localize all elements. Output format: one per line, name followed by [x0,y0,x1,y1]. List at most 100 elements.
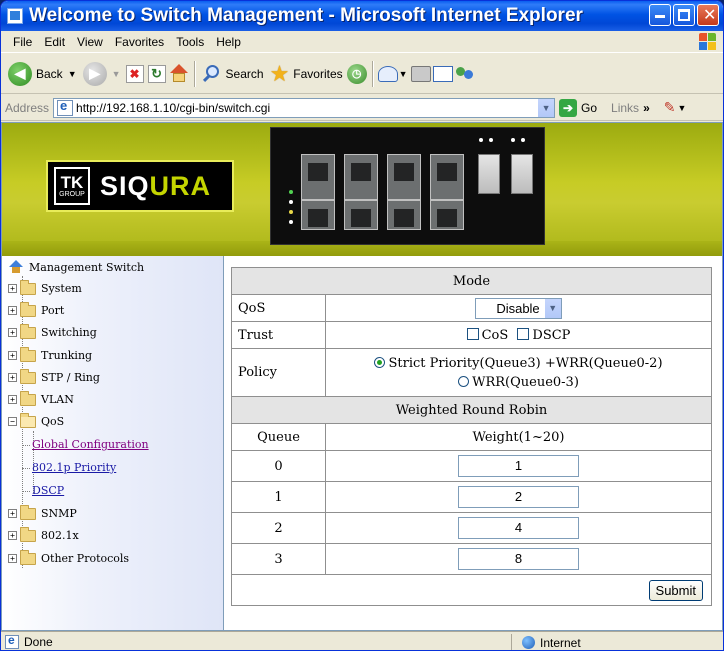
messenger-button[interactable] [454,63,476,85]
back-dropdown-icon[interactable]: ▼ [68,69,77,79]
tree-item-system[interactable]: + System [8,279,82,295]
chevron-icon[interactable]: » [643,101,650,115]
tree-item-vlan[interactable]: + VLAN [8,390,74,406]
queue-number: 2 [231,512,326,544]
expand-icon[interactable]: + [8,351,17,360]
menu-tools[interactable]: Tools [170,33,210,51]
policy-label: Policy [231,348,326,397]
stop-button[interactable]: ✖ [124,63,146,85]
policy-radio-strict[interactable] [374,356,386,368]
minimize-button[interactable] [649,4,671,26]
extra-dropdown-icon[interactable]: ▼ [677,103,686,113]
queue-column-header: Queue [231,423,326,451]
weight-input-queue-3[interactable]: 8 [458,548,579,570]
favorites-label: Favorites [293,66,343,81]
expand-icon[interactable]: + [8,328,17,337]
dscp-checkbox[interactable] [517,327,530,340]
mail-dropdown-icon[interactable]: ▼ [399,69,408,79]
siqura-wordmark: SIQURA [100,170,212,201]
trust-cell: CoS DSCP [325,321,712,349]
home-button[interactable] [168,63,190,85]
tree-item-trunking[interactable]: + Trunking [8,346,92,362]
cos-checkbox[interactable] [466,327,479,340]
title-bar: Welcome to Switch Management - Microsoft… [1,1,723,31]
tree-item-label: 802.1x [41,529,79,542]
edit-button[interactable] [432,63,454,85]
folder-icon [20,279,36,295]
refresh-icon: ↻ [147,64,166,83]
tree-item-switching[interactable]: + Switching [8,323,97,339]
weight-column-header: Weight(1~20) [325,423,712,451]
chevron-down-icon[interactable]: ▼ [543,298,561,318]
tree-item-802-1x[interactable]: + 802.1x [8,526,79,542]
weight-input-queue-0[interactable]: 1 [458,455,579,477]
history-button[interactable]: ◷ [346,63,368,85]
forward-dropdown-icon[interactable]: ▼ [112,69,121,79]
expand-icon[interactable]: + [8,554,17,563]
favorites-button[interactable]: ★ Favorites [267,58,346,90]
tree-root[interactable]: Management Switch [8,260,144,274]
print-button[interactable] [410,63,432,85]
switch-front-panel-image [270,127,545,245]
tree-item-other-protocols[interactable]: + Other Protocols [8,549,130,565]
policy-radio-wrr[interactable] [458,375,470,387]
queue-row: 2 4 [231,512,712,544]
page-icon [57,98,74,116]
link-802-1p-priority[interactable]: 802.1p Priority [21,461,116,474]
go-button[interactable]: ➔ Go [559,98,597,117]
menu-help[interactable]: Help [210,33,247,51]
menu-edit[interactable]: Edit [38,33,71,51]
queue-row: 0 1 [231,450,712,482]
collapse-icon[interactable]: − [8,417,17,426]
weight-input-queue-2[interactable]: 4 [458,517,579,539]
tree-item-label: Switching [41,326,97,339]
policy-cell: Strict Priority(Queue3) +WRR(Queue0-2) W… [325,348,712,397]
link-dscp[interactable]: DSCP [21,484,64,497]
tree-item-label: Other Protocols [41,552,130,565]
search-button[interactable]: Search [199,58,267,90]
forward-button[interactable]: ▶ ▼ [80,58,124,90]
qos-selected-value: Disable [496,300,540,316]
tree-item-port[interactable]: + Port [8,301,64,317]
expand-icon[interactable]: + [8,531,17,540]
search-label: Search [225,66,264,81]
expand-icon[interactable]: + [8,373,17,382]
toolbar-separator [193,60,195,87]
qos-select[interactable]: Disable ▼ [475,297,562,319]
submit-cell: Submit [231,574,712,606]
print-icon [410,65,431,82]
tree-item-qos[interactable]: − QoS [8,412,64,428]
tree-item-snmp[interactable]: + SNMP [8,504,77,520]
weight-input-queue-1[interactable]: 2 [458,486,579,508]
expand-icon[interactable]: + [8,395,17,404]
menu-view[interactable]: View [71,33,109,51]
folder-icon [20,368,36,384]
rj45-port-5 [387,154,421,200]
links-button[interactable]: Links [611,101,639,115]
address-input[interactable]: http://192.168.1.10/cgi-bin/switch.cgi ▼ [53,97,556,118]
close-button[interactable]: ✕ [697,4,719,26]
mail-button[interactable] [377,63,399,85]
refresh-button[interactable]: ↻ [146,63,168,85]
expand-icon[interactable]: + [8,284,17,293]
submit-button[interactable]: Submit [648,579,703,601]
go-arrow-icon: ➔ [559,98,578,117]
toolbar-extra-icon[interactable]: ✎ [664,99,676,116]
expand-icon[interactable]: + [8,306,17,315]
address-dropdown-icon[interactable]: ▼ [537,98,555,117]
tree-item-stp-ring[interactable]: + STP / Ring [8,368,100,384]
back-button[interactable]: ◀ Back ▼ [5,58,80,90]
toolbar-separator [371,60,373,87]
home-icon [169,63,189,84]
dscp-label: DSCP [532,327,571,343]
menu-file[interactable]: File [7,33,38,51]
folder-icon [20,549,36,565]
expand-icon[interactable]: + [8,509,17,518]
maximize-button[interactable] [673,4,695,26]
messenger-icon [455,65,475,83]
link-global-configuration[interactable]: Global Configuration [22,438,149,451]
menu-favorites[interactable]: Favorites [109,33,170,51]
status-text: Done [24,635,53,649]
globe-icon [522,636,535,649]
address-label: Address [5,100,50,115]
